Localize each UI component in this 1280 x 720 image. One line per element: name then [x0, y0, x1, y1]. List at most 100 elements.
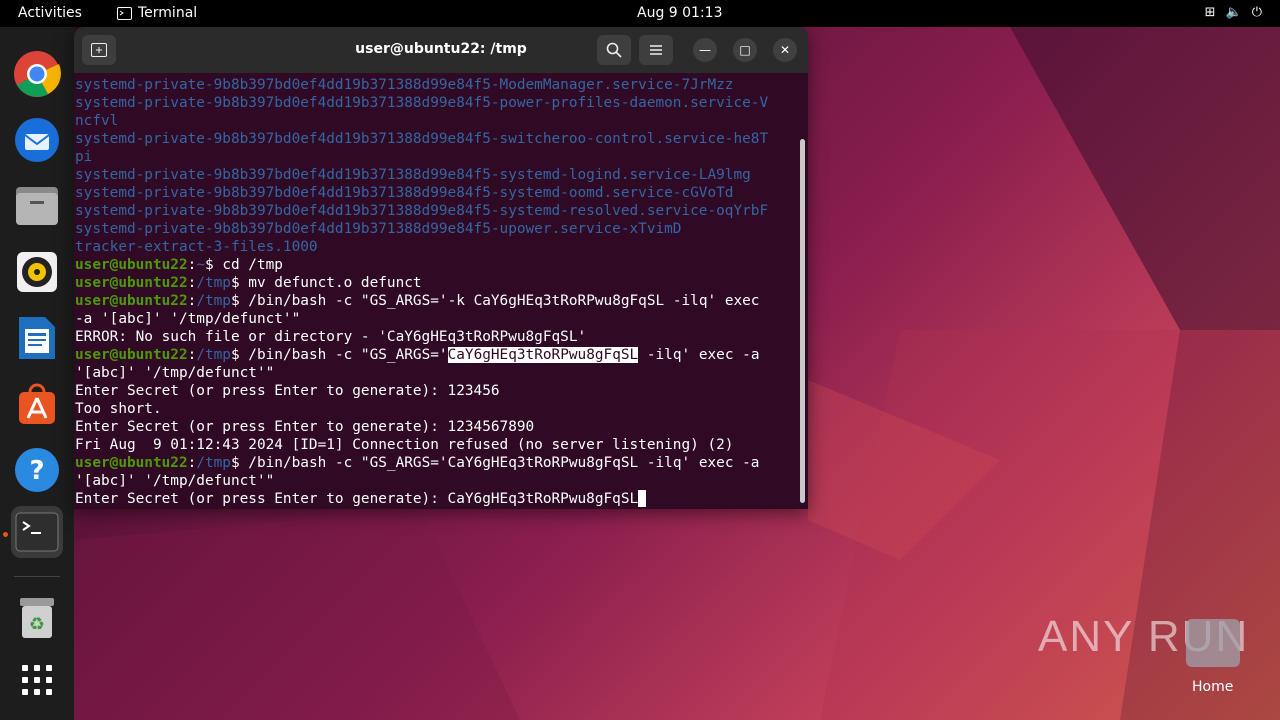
scrollbar[interactable]: [800, 139, 805, 503]
clock[interactable]: Aug 9 01:13: [637, 5, 723, 21]
input-text: Enter Secret (or press Enter to generate…: [75, 491, 639, 507]
app-name: Terminal: [138, 5, 198, 21]
prompt-symbol: $: [230, 275, 240, 291]
app-grid-icon: [22, 665, 52, 695]
top-bar: Activities Terminal Aug 9 01:13 ⊞ 🔈 ⏻: [0, 0, 1280, 27]
output-text: -a '[abc]' '/tmp/defunct'": [75, 311, 301, 327]
close-button[interactable]: ✕: [773, 38, 797, 62]
terminal-window[interactable]: user@ubuntu22: /tmp — □ ✕ systemd-privat…: [74, 27, 808, 509]
activities-button[interactable]: Activities: [18, 5, 82, 21]
output-text: '[abc]' '/tmp/defunct'": [75, 473, 275, 489]
command-text: /bin/bash -c "GS_ARGS=': [239, 347, 448, 363]
terminal-line: Fri Aug 9 01:12:43 2024 [ID=1] Connectio…: [75, 436, 795, 454]
terminal-line: Enter Secret (or press Enter to generate…: [75, 418, 795, 436]
rhythmbox-icon: [17, 252, 57, 292]
prompt-sep: :: [187, 257, 197, 273]
terminal-launcher[interactable]: [11, 506, 63, 558]
command-text: /bin/bash -c "GS_ARGS='-k CaY6gHEq3tRoRP…: [239, 293, 760, 309]
prompt-sep: :: [187, 347, 197, 363]
svg-text:?: ?: [29, 456, 44, 486]
terminal-line: user@ubuntu22:/tmp$ mv defunct.o defunct: [75, 274, 795, 292]
terminal-line: user@ubuntu22:/tmp$ /bin/bash -c "GS_ARG…: [75, 346, 795, 364]
command-text: cd /tmp: [213, 257, 283, 273]
prompt-path: /tmp: [196, 293, 231, 309]
running-indicator: [3, 532, 8, 537]
close-icon: ✕: [779, 43, 791, 57]
terminal-line: user@ubuntu22:~$ cd /tmp: [75, 256, 795, 274]
rhythmbox-launcher[interactable]: [11, 246, 63, 298]
prompt-user: user@ubuntu22: [75, 347, 188, 363]
title-bar[interactable]: user@ubuntu22: /tmp — □ ✕: [74, 27, 808, 73]
terminal-line: pi: [75, 148, 795, 166]
prompt-path: /tmp: [196, 275, 231, 291]
help-launcher[interactable]: ?: [11, 444, 63, 496]
directory-entry: ncfvl: [75, 113, 119, 129]
output-text: Fri Aug 9 01:12:43 2024 [ID=1] Connectio…: [75, 437, 734, 453]
help-icon: ?: [15, 448, 59, 492]
software-icon: [19, 383, 55, 424]
terminal-line: Too short.: [75, 400, 795, 418]
directory-entry: systemd-private-9b8b397bd0ef4dd19b371388…: [75, 203, 769, 219]
terminal-output[interactable]: systemd-private-9b8b397bd0ef4dd19b371388…: [75, 76, 795, 509]
prompt-symbol: $: [230, 293, 240, 309]
dock: ? ♻: [0, 27, 74, 720]
writer-icon: [19, 317, 55, 359]
prompt-user: user@ubuntu22: [75, 275, 188, 291]
terminal-line: -a '[abc]' '/tmp/defunct'": [75, 310, 795, 328]
prompt-user: user@ubuntu22: [75, 293, 188, 309]
command-text: -ilq' exec -a: [638, 347, 760, 363]
terminal-line: systemd-private-9b8b397bd0ef4dd19b371388…: [75, 130, 795, 148]
prompt-path: ~: [196, 257, 205, 273]
trash-launcher[interactable]: ♻: [11, 592, 63, 644]
home-folder-label[interactable]: Home: [1192, 679, 1233, 695]
writer-launcher[interactable]: [11, 312, 63, 364]
volume-icon: 🔈: [1225, 5, 1242, 20]
command-text: mv defunct.o defunct: [239, 275, 422, 291]
hamburger-icon: [650, 45, 662, 55]
terminal-line: user@ubuntu22:/tmp$ /bin/bash -c "GS_ARG…: [75, 454, 795, 472]
directory-entry: systemd-private-9b8b397bd0ef4dd19b371388…: [75, 221, 682, 237]
terminal-line: tracker-extract-3-files.1000: [75, 238, 795, 256]
dock-separator: [14, 576, 60, 577]
maximize-button[interactable]: □: [733, 38, 757, 62]
directory-entry: systemd-private-9b8b397bd0ef4dd19b371388…: [75, 167, 751, 183]
minimize-icon: —: [699, 43, 711, 57]
chrome-icon: [14, 51, 61, 97]
output-text: Too short.: [75, 401, 162, 417]
prompt-sep: :: [187, 275, 197, 291]
app-menu[interactable]: Terminal: [117, 5, 197, 21]
menu-button[interactable]: [639, 35, 673, 65]
prompt-user: user@ubuntu22: [75, 455, 188, 471]
prompt-sep: :: [187, 455, 197, 471]
minimize-button[interactable]: —: [693, 38, 717, 62]
prompt-symbol: $: [204, 257, 214, 273]
files-launcher[interactable]: [11, 180, 63, 232]
output-text: ERROR: No such file or directory - 'CaY6…: [75, 329, 587, 345]
terminal-line: ncfvl: [75, 112, 795, 130]
prompt-symbol: $: [230, 347, 240, 363]
terminal-line: systemd-private-9b8b397bd0ef4dd19b371388…: [75, 220, 795, 238]
power-icon: ⏻: [1251, 5, 1262, 20]
thunderbird-icon: [15, 118, 59, 162]
show-apps-button[interactable]: [11, 654, 63, 706]
prompt-symbol: $: [230, 455, 240, 471]
home-folder-icon[interactable]: [1186, 619, 1240, 667]
prompt-path: /tmp: [196, 347, 231, 363]
selected-text: CaY6gHEq3tRoRPwu8gFqSL: [447, 347, 639, 363]
terminal-line: systemd-private-9b8b397bd0ef4dd19b371388…: [75, 76, 795, 94]
terminal-line: '[abc]' '/tmp/defunct'": [75, 364, 795, 382]
chrome-launcher[interactable]: [11, 48, 63, 100]
terminal-icon: [15, 512, 59, 552]
directory-entry: systemd-private-9b8b397bd0ef4dd19b371388…: [75, 131, 769, 147]
files-icon: [16, 187, 58, 225]
system-tray[interactable]: ⊞ 🔈 ⏻: [1205, 5, 1262, 20]
directory-entry: pi: [75, 149, 93, 165]
prompt-user: user@ubuntu22: [75, 257, 188, 273]
terminal-line: systemd-private-9b8b397bd0ef4dd19b371388…: [75, 202, 795, 220]
thunderbird-launcher[interactable]: [11, 114, 63, 166]
trash-icon: ♻: [20, 598, 54, 638]
software-launcher[interactable]: [11, 378, 63, 430]
search-button[interactable]: [597, 35, 631, 65]
terminal-line: Enter Secret (or press Enter to generate…: [75, 490, 795, 508]
prompt-path: /tmp: [196, 455, 231, 471]
